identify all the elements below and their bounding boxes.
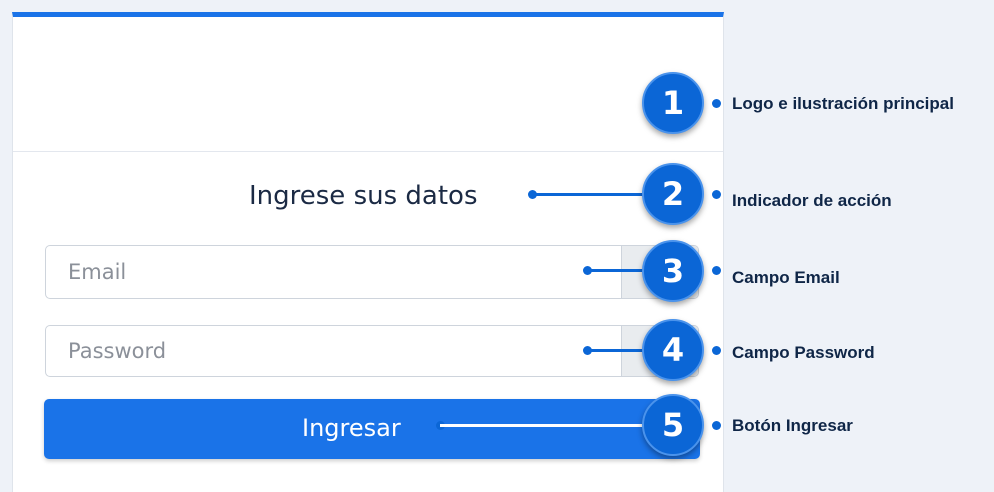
annotation-badge-3: 3	[642, 240, 704, 302]
annotation-label-3: Campo Email	[732, 268, 840, 287]
annotation-dot-5	[712, 421, 721, 430]
annotation-label-5: Botón Ingresar	[732, 416, 853, 435]
annotation-dot-2	[712, 190, 721, 199]
annotation-badge-4: 4	[642, 319, 704, 381]
annotation-line-2	[532, 193, 644, 196]
password-input[interactable]	[46, 326, 606, 376]
annotation-line-5	[440, 424, 644, 427]
annotation-label-4: Campo Password	[732, 343, 875, 362]
annotation-label-2: Indicador de acción	[732, 191, 892, 210]
login-heading: Ingrese sus datos	[249, 181, 478, 211]
annotation-badge-5: 5	[642, 394, 704, 456]
email-input[interactable]	[46, 246, 606, 298]
annotation-line-4	[587, 349, 644, 352]
annotation-dot-4	[712, 346, 721, 355]
annotation-badge-2: 2	[642, 163, 704, 225]
annotation-badge-1: 1	[642, 72, 704, 134]
login-submit-label: Ingresar	[302, 414, 401, 442]
logo-illustration-area	[13, 17, 723, 152]
email-field[interactable]	[45, 245, 699, 299]
annotation-line-3	[587, 269, 644, 272]
annotation-dot-1	[712, 99, 721, 108]
login-submit-button[interactable]: Ingresar	[44, 399, 700, 459]
annotation-label-1: Logo e ilustración principal	[732, 94, 954, 113]
login-card: Ingrese sus datos Ingresar	[12, 12, 724, 492]
annotation-dot-3	[712, 266, 721, 275]
